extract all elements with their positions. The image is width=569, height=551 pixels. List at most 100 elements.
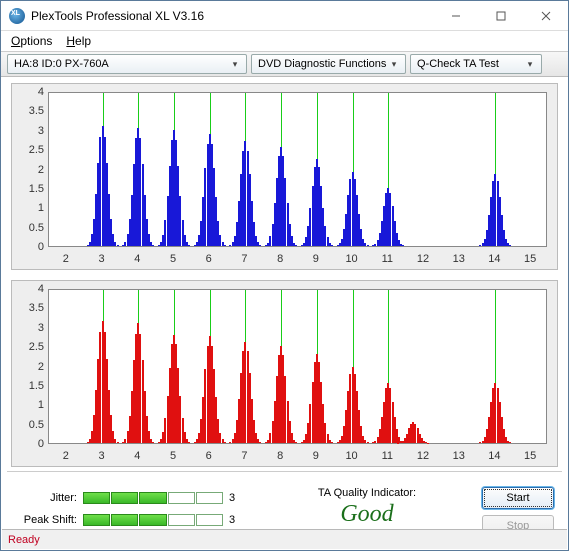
y-tick: 3 xyxy=(16,125,44,137)
bar xyxy=(295,442,297,443)
bar xyxy=(152,245,154,246)
meter-segment xyxy=(139,514,166,526)
meter-segment xyxy=(83,514,110,526)
bar xyxy=(188,245,190,246)
x-tick: 7 xyxy=(241,253,247,265)
quality-indicator: TA Quality Indicator: Good xyxy=(270,487,464,528)
bar xyxy=(224,245,226,246)
app-icon xyxy=(9,8,25,24)
x-tick: 7 xyxy=(241,450,247,462)
meter-segment xyxy=(83,492,110,504)
maximize-button[interactable] xyxy=(478,1,523,30)
peakshift-meter xyxy=(83,514,223,526)
jitter-meter xyxy=(83,492,223,504)
bar xyxy=(367,442,369,443)
start-button[interactable]: Start xyxy=(482,487,554,509)
category-select[interactable]: DVD Diagnostic Functions▾ xyxy=(251,54,406,74)
y-tick: 0.5 xyxy=(16,222,44,234)
chevron-down-icon: ▾ xyxy=(228,59,242,70)
x-tick: 5 xyxy=(170,450,176,462)
menubar: Options Help xyxy=(1,31,568,51)
drive-select[interactable]: HA:8 ID:0 PX-760A▾ xyxy=(7,54,247,74)
x-tick: 10 xyxy=(345,253,357,265)
close-button[interactable] xyxy=(523,1,568,30)
charts-area: 0 0.5 1 1.5 2 2.5 3 3.5 4 2 3 4 5 6 7 8 9 10 11 12 13 14 15 0 0… xyxy=(1,77,568,479)
chevron-down-icon: ▾ xyxy=(523,59,537,70)
meter-segment xyxy=(111,492,138,504)
y-tick: 3 xyxy=(16,322,44,334)
quality-value: Good xyxy=(270,501,464,528)
meter-segment xyxy=(111,514,138,526)
bar xyxy=(188,442,190,443)
x-tick: 9 xyxy=(313,450,319,462)
x-tick: 5 xyxy=(170,253,176,265)
bar xyxy=(259,442,261,443)
jitter-label: Jitter: xyxy=(15,492,77,504)
y-tick: 1 xyxy=(16,399,44,411)
y-tick: 3.5 xyxy=(16,302,44,314)
y-tick: 1.5 xyxy=(16,183,44,195)
bar xyxy=(402,245,404,246)
x-tick: 4 xyxy=(134,253,140,265)
y-tick: 0 xyxy=(16,241,44,253)
titlebar: PlexTools Professional XL V3.16 xyxy=(1,1,568,31)
y-tick: 4 xyxy=(16,283,44,295)
meter-segment xyxy=(139,492,166,504)
chevron-down-icon: ▾ xyxy=(387,59,401,70)
bar xyxy=(509,245,511,246)
bar xyxy=(224,442,226,443)
meter-segment xyxy=(196,492,223,504)
x-tick: 15 xyxy=(524,253,536,265)
meter-segment xyxy=(168,514,195,526)
minimize-button[interactable] xyxy=(433,1,478,30)
peakshift-label: Peak Shift: xyxy=(15,514,77,526)
x-tick: 12 xyxy=(417,253,429,265)
chart-bottom: 00.511.522.533.5423456789101112131415 xyxy=(11,280,558,467)
x-tick: 14 xyxy=(488,450,500,462)
y-tick: 2 xyxy=(16,164,44,176)
plot-area xyxy=(48,289,547,444)
x-tick: 9 xyxy=(313,253,319,265)
x-tick: 14 xyxy=(488,253,500,265)
bar xyxy=(331,442,333,443)
y-tick: 4 xyxy=(16,86,44,98)
y-tick: 2.5 xyxy=(16,341,44,353)
bar xyxy=(117,245,119,246)
bar xyxy=(367,245,369,246)
x-tick: 2 xyxy=(63,253,69,265)
quality-label: TA Quality Indicator: xyxy=(270,487,464,499)
y-tick: 0 xyxy=(16,438,44,450)
x-tick: 6 xyxy=(206,253,212,265)
x-tick: 11 xyxy=(382,253,393,265)
x-tick: 10 xyxy=(345,450,357,462)
x-tick: 8 xyxy=(277,253,283,265)
chart-top: 00.511.522.533.5423456789101112131415 xyxy=(11,83,558,270)
bar xyxy=(509,442,511,443)
bar xyxy=(331,245,333,246)
x-tick: 15 xyxy=(524,450,536,462)
menu-options[interactable]: Options xyxy=(5,32,58,50)
x-tick: 2 xyxy=(63,450,69,462)
y-tick: 2.5 xyxy=(16,144,44,156)
y-tick: 2 xyxy=(16,361,44,373)
jitter-row: Jitter: 3 xyxy=(15,487,260,509)
x-tick: 3 xyxy=(99,450,105,462)
bar xyxy=(295,245,297,246)
peakshift-value: 3 xyxy=(229,514,243,526)
x-tick: 6 xyxy=(206,450,212,462)
x-tick: 12 xyxy=(417,450,429,462)
x-tick: 13 xyxy=(453,450,465,462)
toolbar: HA:8 ID:0 PX-760A▾ DVD Diagnostic Functi… xyxy=(1,51,568,77)
menu-help[interactable]: Help xyxy=(60,32,97,50)
bar xyxy=(117,442,119,443)
y-tick: 0.5 xyxy=(16,419,44,431)
peakshift-row: Peak Shift: 3 xyxy=(15,509,260,531)
x-tick: 4 xyxy=(134,450,140,462)
x-tick: 13 xyxy=(453,253,465,265)
test-select[interactable]: Q-Check TA Test▾ xyxy=(410,54,542,74)
x-tick: 3 xyxy=(99,253,105,265)
bar xyxy=(259,245,261,246)
x-tick: 11 xyxy=(382,450,393,462)
y-tick: 3.5 xyxy=(16,105,44,117)
meter-segment xyxy=(196,514,223,526)
